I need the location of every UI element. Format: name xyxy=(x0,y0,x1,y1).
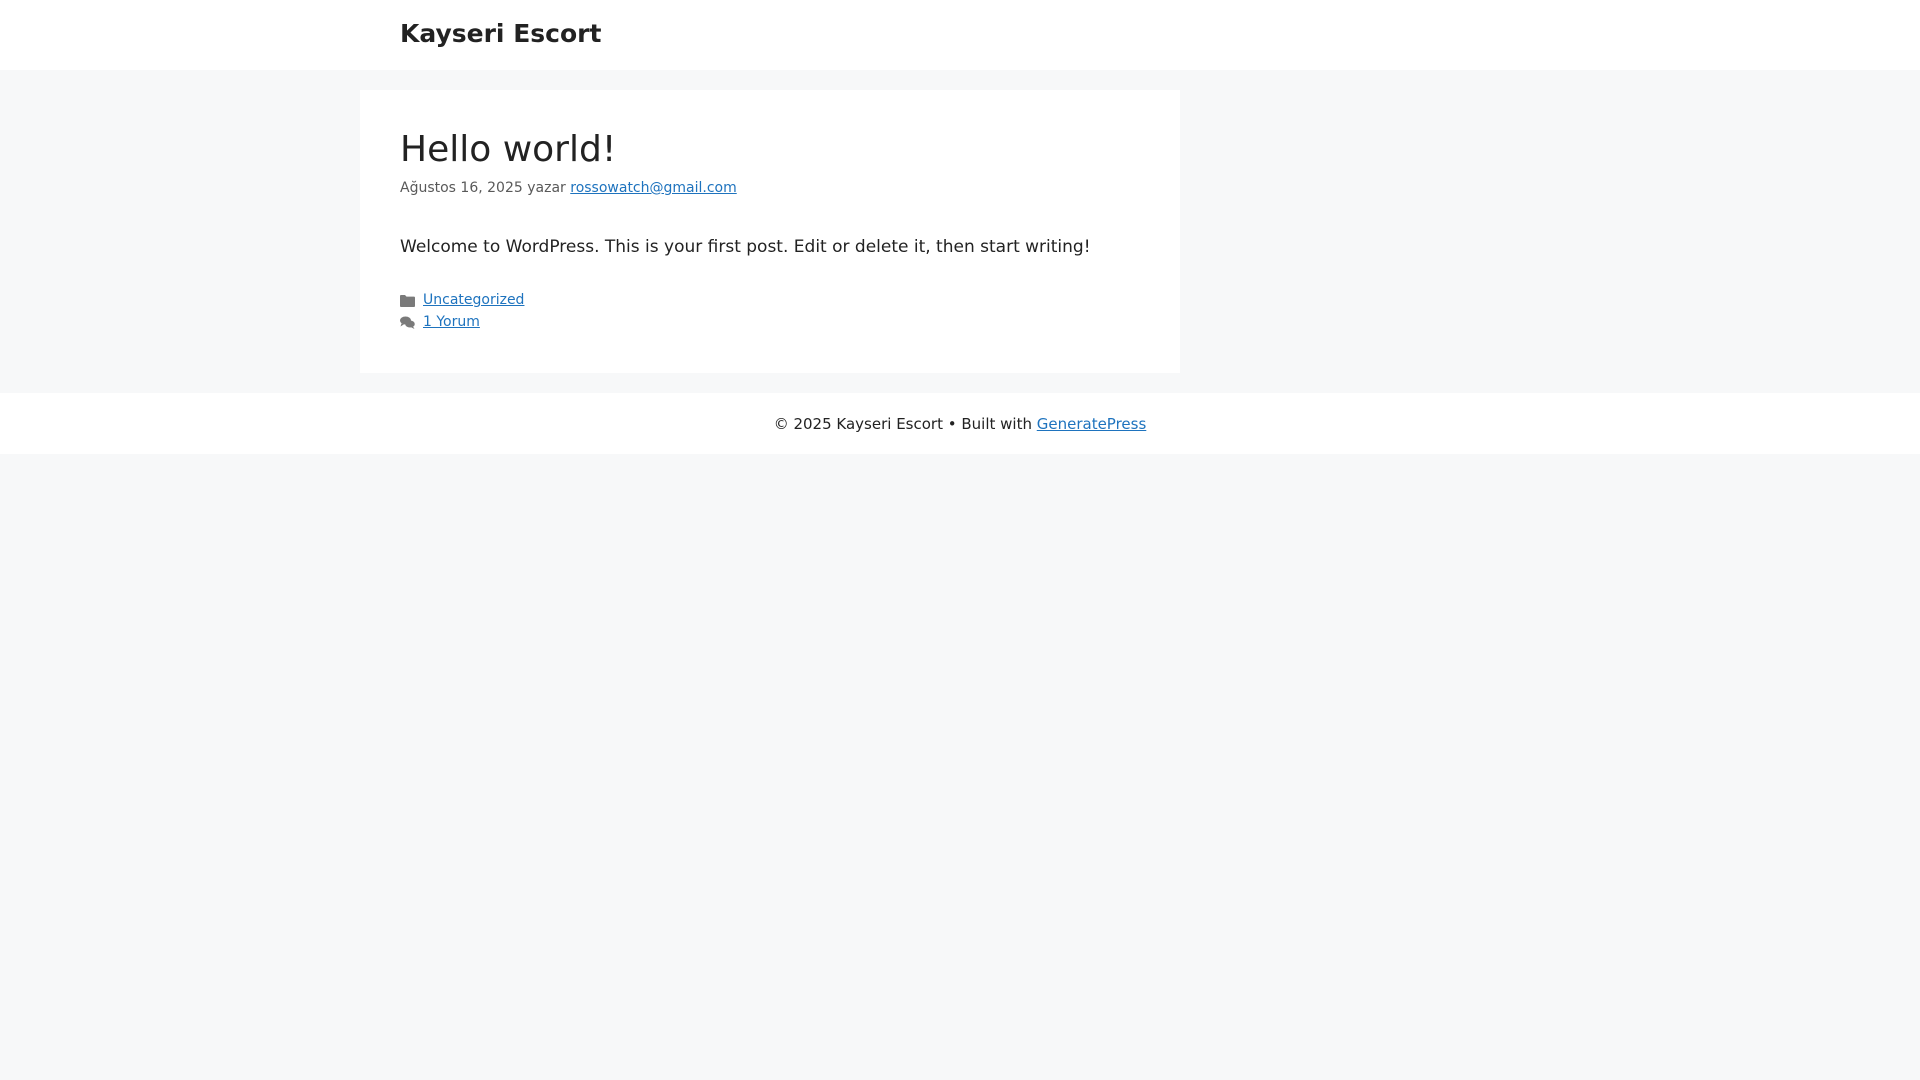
comments-icon xyxy=(400,315,415,329)
post-card: Hello world! Ağustos 16, 2025 yazar ross… xyxy=(360,90,1180,373)
content-area: Hello world! Ağustos 16, 2025 yazar ross… xyxy=(0,70,1920,393)
copyright-text: © 2025 Kayseri Escort • Built with xyxy=(773,414,1032,433)
post-title[interactable]: Hello world! xyxy=(400,128,1140,172)
post-meta: Ağustos 16, 2025 yazar rossowatch@gmail.… xyxy=(400,178,1140,198)
author-link[interactable]: rossowatch@gmail.com xyxy=(570,180,737,196)
post-content: Welcome to WordPress. This is your first… xyxy=(400,237,1091,257)
category-row: Uncategorized xyxy=(400,289,1140,311)
post-footer: Uncategorized 1 Yorum xyxy=(400,289,1140,333)
site-title-link[interactable]: Kayseri Escort xyxy=(400,19,601,49)
category-link[interactable]: Uncategorized xyxy=(423,289,524,311)
site-footer: © 2025 Kayseri Escort • Built with Gener… xyxy=(0,393,1920,454)
post-date: Ağustos 16, 2025 xyxy=(400,180,523,196)
comments-link[interactable]: 1 Yorum xyxy=(423,311,480,333)
site-header: Kayseri Escort xyxy=(0,0,1920,70)
byline-word: yazar xyxy=(527,180,566,196)
generatepress-link[interactable]: GeneratePress xyxy=(1037,415,1147,433)
comments-row: 1 Yorum xyxy=(400,311,1140,333)
folder-icon xyxy=(400,293,415,307)
